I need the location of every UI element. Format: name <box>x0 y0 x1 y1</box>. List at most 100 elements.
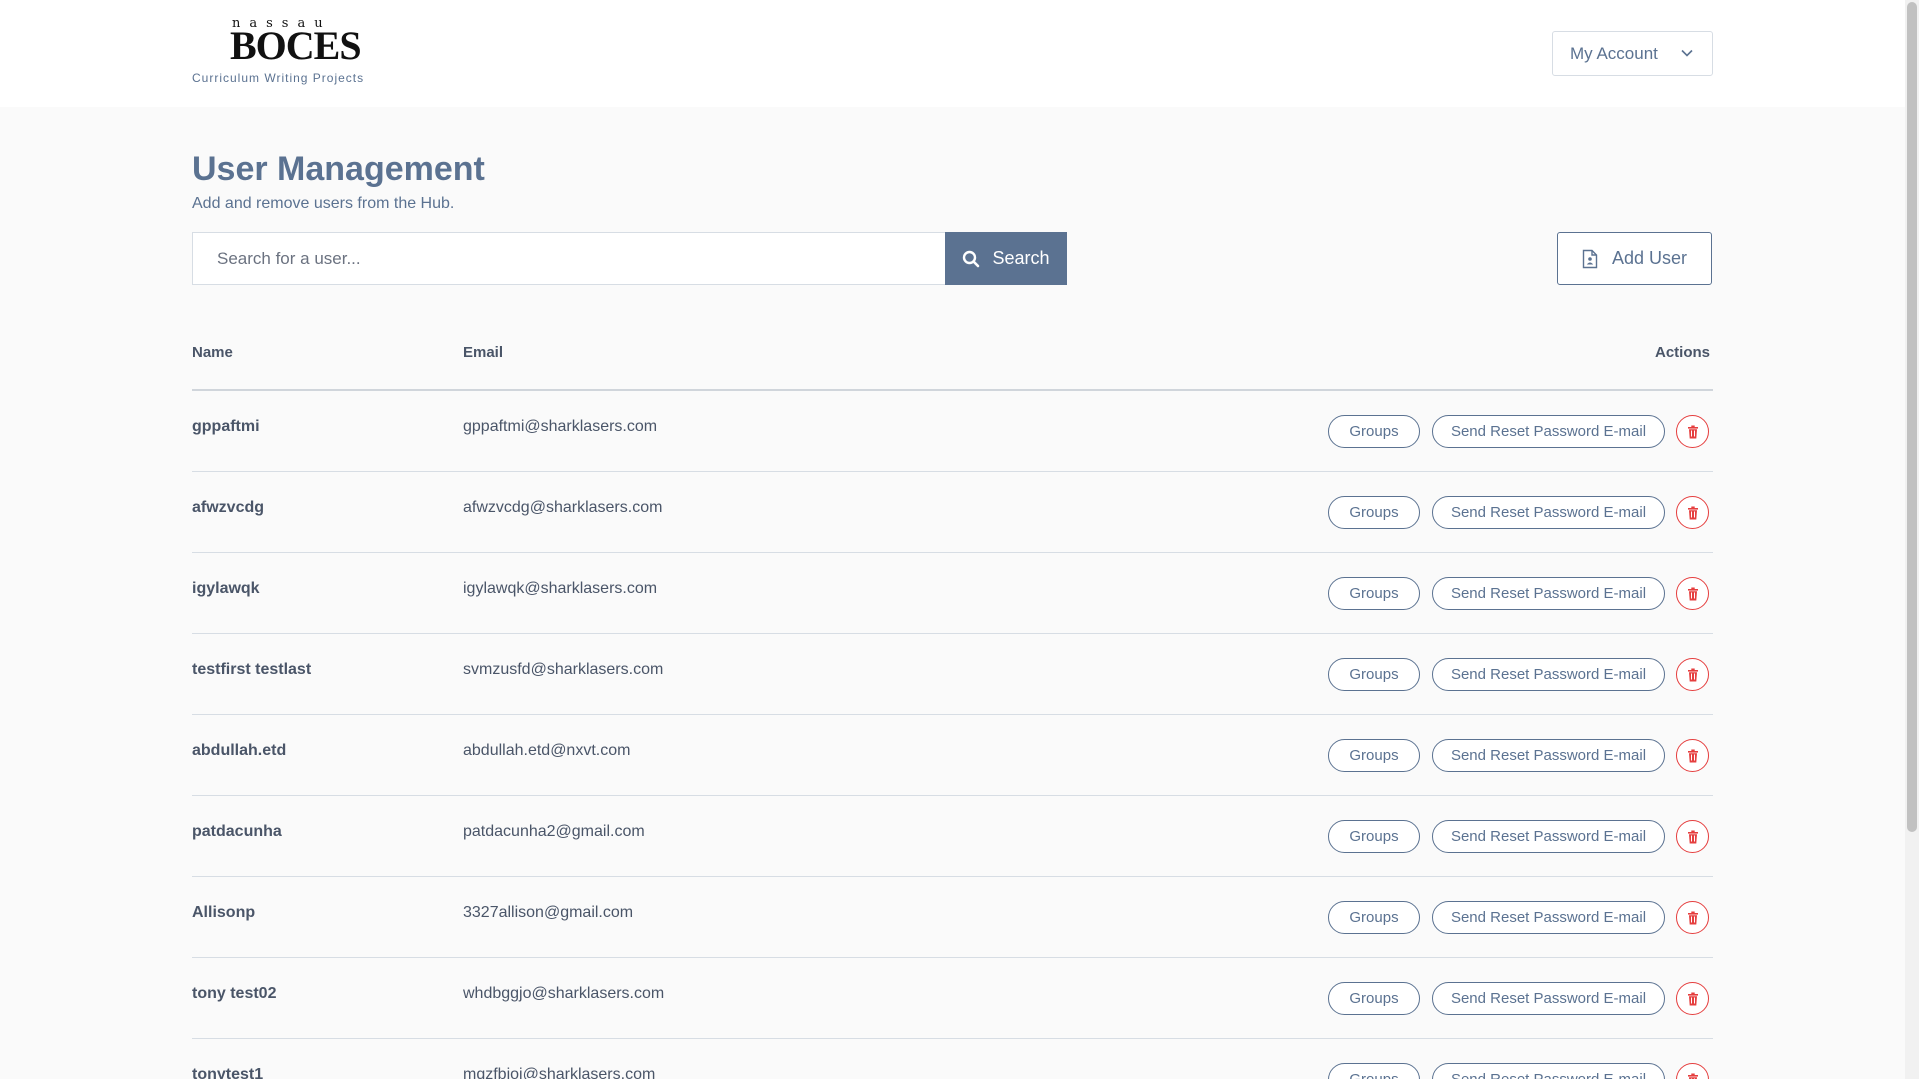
send-reset-password-button[interactable]: Send Reset Password E-mail <box>1432 901 1665 934</box>
groups-button-label: Groups <box>1349 504 1399 521</box>
user-email: mqzfbioj@sharklasers.com <box>463 1066 656 1079</box>
groups-button-label: Groups <box>1349 828 1399 845</box>
user-email: svmzusfd@sharklasers.com <box>463 661 664 678</box>
send-reset-password-label: Send Reset Password E-mail <box>1450 909 1647 926</box>
trash-icon <box>1687 1073 1698 1079</box>
send-reset-password-button[interactable]: Send Reset Password E-mail <box>1432 577 1665 610</box>
groups-button-label: Groups <box>1349 747 1399 764</box>
table-row: tonytest1 mqzfbioj@sharklasers.com Group… <box>192 1039 1713 1079</box>
trash-icon <box>1687 749 1698 762</box>
groups-button-label: Groups <box>1349 585 1399 602</box>
boces-logo[interactable]: nassau BOCES Curriculum Writing Projects <box>192 16 382 88</box>
groups-button-label: Groups <box>1349 423 1399 440</box>
scrollbar-thumb[interactable] <box>1907 2 1917 832</box>
send-reset-password-label: Send Reset Password E-mail <box>1450 504 1647 521</box>
column-header-name: Name <box>192 344 233 361</box>
delete-user-button[interactable] <box>1676 496 1709 529</box>
groups-button[interactable]: Groups <box>1328 820 1420 853</box>
column-header-email: Email <box>463 344 504 361</box>
delete-user-button[interactable] <box>1676 901 1709 934</box>
delete-user-button[interactable] <box>1676 577 1709 610</box>
logo-boces-text: BOCES <box>230 23 362 68</box>
search-button[interactable]: Search <box>945 232 1067 285</box>
user-email: abdullah.etd@nxvt.com <box>463 742 631 759</box>
send-reset-password-label: Send Reset Password E-mail <box>1450 666 1647 683</box>
send-reset-password-button[interactable]: Send Reset Password E-mail <box>1432 739 1665 772</box>
groups-button-label: Groups <box>1349 666 1399 683</box>
user-name: tonytest1 <box>192 1066 264 1079</box>
add-user-document-icon <box>1582 249 1598 268</box>
groups-button[interactable]: Groups <box>1328 496 1420 529</box>
send-reset-password-label: Send Reset Password E-mail <box>1450 747 1647 764</box>
trash-icon <box>1687 830 1698 843</box>
page-scrollbar[interactable] <box>1905 0 1919 1079</box>
user-name: abdullah.etd <box>192 742 287 759</box>
column-header-actions: Actions <box>1655 344 1711 361</box>
search-input[interactable] <box>192 232 945 285</box>
delete-user-button[interactable] <box>1676 820 1709 853</box>
send-reset-password-button[interactable]: Send Reset Password E-mail <box>1432 496 1665 529</box>
my-account-dropdown[interactable]: My Account <box>1552 31 1713 76</box>
user-name: testfirst testlast <box>192 661 312 678</box>
table-row: Allisonp 3327allison@gmail.com Groups Se… <box>192 877 1713 958</box>
add-user-button[interactable]: Add User <box>1557 232 1712 285</box>
send-reset-password-label: Send Reset Password E-mail <box>1450 423 1647 440</box>
user-table-body: gppaftmi gppaftmi@sharklasers.com Groups… <box>192 391 1713 1079</box>
send-reset-password-button[interactable]: Send Reset Password E-mail <box>1432 820 1665 853</box>
trash-icon <box>1687 506 1698 519</box>
send-reset-password-label: Send Reset Password E-mail <box>1450 828 1647 845</box>
user-name: afwzvcdg <box>192 499 265 516</box>
logo-subtitle: Curriculum Writing Projects <box>192 71 365 85</box>
table-row: igylawqk igylawqk@sharklasers.com Groups… <box>192 553 1713 634</box>
page-subtitle: Add and remove users from the Hub. <box>192 195 455 212</box>
user-name: Allisonp <box>192 904 256 921</box>
delete-user-button[interactable] <box>1676 415 1709 448</box>
user-email: gppaftmi@sharklasers.com <box>463 418 658 435</box>
trash-icon <box>1687 668 1698 681</box>
send-reset-password-button[interactable]: Send Reset Password E-mail <box>1432 1063 1665 1079</box>
user-name: tony test02 <box>192 985 277 1002</box>
table-row: patdacunha patdacunha2@gmail.com Groups … <box>192 796 1713 877</box>
user-email: patdacunha2@gmail.com <box>463 823 645 840</box>
send-reset-password-button[interactable]: Send Reset Password E-mail <box>1432 658 1665 691</box>
table-row: testfirst testlast svmzusfd@sharklasers.… <box>192 634 1713 715</box>
groups-button[interactable]: Groups <box>1328 739 1420 772</box>
groups-button[interactable]: Groups <box>1328 901 1420 934</box>
my-account-label: My Account <box>1570 43 1658 63</box>
send-reset-password-label: Send Reset Password E-mail <box>1451 1071 1646 1079</box>
delete-user-button[interactable] <box>1676 1063 1709 1079</box>
chevron-down-icon <box>1681 49 1693 57</box>
user-email: igylawqk@sharklasers.com <box>463 580 658 597</box>
table-row: abdullah.etd abdullah.etd@nxvt.com Group… <box>192 715 1713 796</box>
user-name: igylawqk <box>192 580 260 597</box>
user-email: whdbggjo@sharklasers.com <box>463 985 665 1002</box>
groups-button[interactable]: Groups <box>1328 415 1420 448</box>
send-reset-password-label: Send Reset Password E-mail <box>1450 990 1647 1007</box>
table-row: gppaftmi gppaftmi@sharklasers.com Groups… <box>192 391 1713 472</box>
search-icon <box>963 250 980 267</box>
trash-icon <box>1687 992 1698 1005</box>
groups-button-label: Groups <box>1349 1071 1398 1079</box>
user-email: 3327allison@gmail.com <box>463 904 634 921</box>
groups-button[interactable]: Groups <box>1328 658 1420 691</box>
table-row: tony test02 whdbggjo@sharklasers.com Gro… <box>192 958 1713 1039</box>
groups-button-label: Groups <box>1349 909 1399 926</box>
delete-user-button[interactable] <box>1676 658 1709 691</box>
trash-icon <box>1687 425 1698 438</box>
groups-button[interactable]: Groups <box>1328 577 1420 610</box>
search-button-label: Search <box>992 248 1050 268</box>
delete-user-button[interactable] <box>1676 982 1709 1015</box>
send-reset-password-label: Send Reset Password E-mail <box>1450 585 1647 602</box>
trash-icon <box>1687 587 1698 600</box>
send-reset-password-button[interactable]: Send Reset Password E-mail <box>1432 415 1665 448</box>
site-header: nassau BOCES Curriculum Writing Projects… <box>0 0 1905 107</box>
groups-button[interactable]: Groups <box>1328 982 1420 1015</box>
add-user-label: Add User <box>1611 248 1688 268</box>
send-reset-password-button[interactable]: Send Reset Password E-mail <box>1432 982 1665 1015</box>
user-name: gppaftmi <box>192 418 260 435</box>
user-email: afwzvcdg@sharklasers.com <box>463 499 663 516</box>
delete-user-button[interactable] <box>1676 739 1709 772</box>
page-title: User Management <box>192 150 485 188</box>
user-name: patdacunha <box>192 823 282 840</box>
groups-button[interactable]: Groups <box>1328 1063 1420 1079</box>
